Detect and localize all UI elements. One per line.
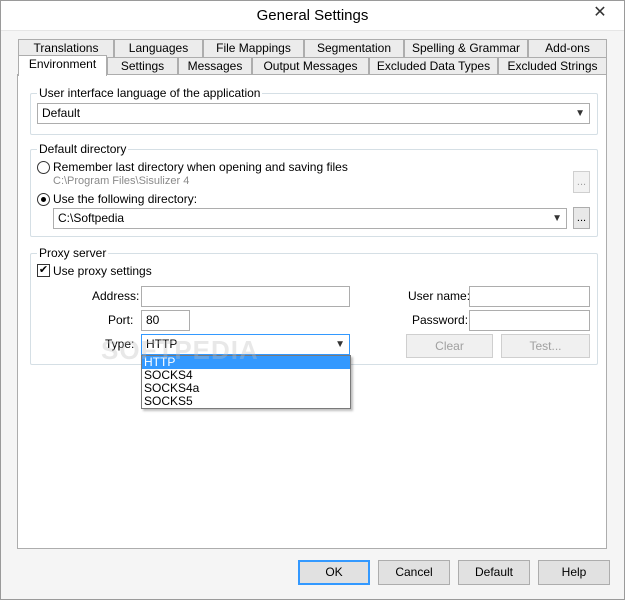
- default-button[interactable]: Default: [458, 560, 530, 585]
- remember-browse-button[interactable]: ...: [573, 171, 590, 193]
- tab-file-mappings[interactable]: File Mappings: [203, 39, 304, 58]
- test-button[interactable]: Test...: [501, 334, 590, 358]
- type-select[interactable]: HTTP ▼: [141, 334, 350, 355]
- directory-browse-button[interactable]: ...: [573, 207, 590, 229]
- chevron-down-icon: ▼: [335, 339, 345, 350]
- username-label: User name:: [408, 289, 471, 303]
- directory-select[interactable]: C:\Softpedia ▼: [53, 208, 567, 229]
- type-label: Type:: [105, 337, 135, 351]
- ok-button[interactable]: OK: [298, 560, 370, 585]
- address-label: Address:: [92, 289, 140, 303]
- following-directory-label: Use the following directory:: [53, 192, 198, 206]
- radio-selected-dot: [41, 197, 46, 202]
- tab-spelling-grammar[interactable]: Spelling & Grammar: [404, 39, 528, 58]
- close-icon[interactable]: ✕: [584, 2, 616, 24]
- remember-directory-radio[interactable]: [37, 161, 50, 174]
- proxy-legend: Proxy server: [37, 246, 109, 260]
- settings-window: General Settings ✕ Translations Language…: [0, 0, 625, 600]
- tab-add-ons[interactable]: Add-ons: [528, 39, 607, 58]
- type-value: HTTP: [146, 337, 178, 351]
- chevron-down-icon: ▼: [575, 108, 585, 119]
- type-dropdown-list: HTTP SOCKS4 SOCKS4a SOCKS5: [141, 355, 351, 409]
- chevron-down-icon: ▼: [552, 213, 562, 224]
- port-input[interactable]: 80: [141, 310, 190, 331]
- port-label: Port:: [108, 313, 134, 327]
- username-input[interactable]: [469, 286, 590, 307]
- following-directory-radio[interactable]: [37, 193, 50, 206]
- remember-directory-path: C:\Program Files\Sisulizer 4: [53, 175, 190, 187]
- type-option-socks5[interactable]: SOCKS5: [142, 395, 350, 408]
- clear-button[interactable]: Clear: [406, 334, 493, 358]
- ui-language-legend: User interface language of the applicati…: [37, 86, 263, 100]
- ui-language-select[interactable]: Default ▼: [37, 103, 590, 124]
- tab-environment[interactable]: Environment: [18, 55, 107, 76]
- remember-directory-label: Remember last directory when opening and…: [53, 160, 348, 174]
- tab-segmentation[interactable]: Segmentation: [304, 39, 404, 58]
- use-proxy-label: Use proxy settings: [53, 264, 152, 278]
- help-button[interactable]: Help: [538, 560, 610, 585]
- password-label: Password:: [412, 313, 469, 327]
- address-input[interactable]: [141, 286, 350, 307]
- use-proxy-checkbox[interactable]: ✔: [37, 264, 50, 277]
- title-bar: General Settings ✕: [1, 1, 624, 31]
- cancel-button[interactable]: Cancel: [378, 560, 450, 585]
- ui-language-value: Default: [42, 106, 81, 120]
- default-directory-legend: Default directory: [37, 142, 129, 156]
- password-input[interactable]: [469, 310, 590, 331]
- tab-languages[interactable]: Languages: [114, 39, 203, 58]
- directory-value: C:\Softpedia: [58, 211, 125, 225]
- window-title: General Settings: [256, 7, 369, 24]
